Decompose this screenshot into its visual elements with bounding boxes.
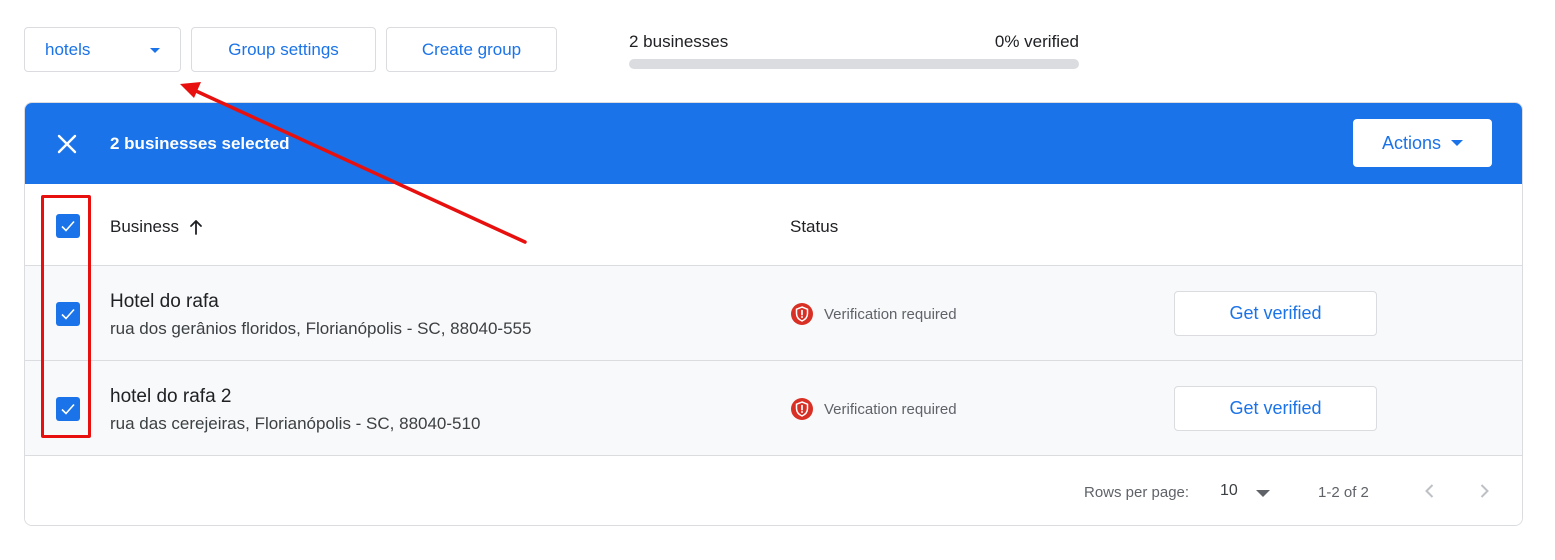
column-header-business[interactable]: Business xyxy=(110,217,203,237)
annotation-highlight-box xyxy=(41,195,91,438)
create-group-button[interactable]: Create group xyxy=(386,27,557,72)
column-header-status: Status xyxy=(790,217,839,236)
table-row: Hotel do rafa rua dos gerânios floridos,… xyxy=(25,266,1522,361)
group-select[interactable]: hotels xyxy=(24,27,181,72)
table-header: Business Status xyxy=(25,184,1522,266)
rows-per-page-value: 10 xyxy=(1220,482,1238,499)
group-settings-label: Group settings xyxy=(228,39,339,59)
selection-bar: 2 businesses selected Actions xyxy=(25,103,1522,184)
status-text: Verification required xyxy=(824,305,957,323)
verified-percentage: 0% verified xyxy=(994,32,1079,51)
actions-label: Actions xyxy=(1381,132,1442,153)
create-group-label: Create group xyxy=(421,39,522,59)
caret-down-icon xyxy=(1451,140,1464,146)
chevron-right-icon xyxy=(1480,484,1489,498)
rows-per-page-label: Rows per page: xyxy=(1084,484,1190,501)
group-select-value: hotels xyxy=(45,39,91,59)
shield-alert-icon xyxy=(791,303,813,325)
business-address: rua dos gerânios floridos, Florianópolis… xyxy=(110,319,532,338)
get-verified-button[interactable]: Get verified xyxy=(1174,386,1377,431)
status-text: Verification required xyxy=(824,400,957,418)
rows-per-page-select[interactable]: 10 xyxy=(1220,482,1270,500)
chevron-left-icon xyxy=(1425,484,1434,498)
verification-progress-bar xyxy=(629,59,1079,69)
business-name[interactable]: hotel do rafa 2 xyxy=(110,386,231,408)
table-row: hotel do rafa 2 rua das cerejeiras, Flor… xyxy=(25,361,1522,456)
previous-page-button[interactable] xyxy=(1420,481,1440,501)
business-address: rua das cerejeiras, Florianópolis - SC, … xyxy=(110,414,481,433)
column-business-label: Business xyxy=(110,217,179,236)
group-settings-button[interactable]: Group settings xyxy=(191,27,376,72)
businesses-card: 2 businesses selected Actions Business S… xyxy=(24,102,1523,526)
get-verified-label: Get verified xyxy=(1229,303,1322,323)
business-name[interactable]: Hotel do rafa xyxy=(110,291,219,313)
actions-button[interactable]: Actions xyxy=(1353,119,1492,167)
selected-count-text: 2 businesses selected xyxy=(110,134,290,153)
close-icon[interactable] xyxy=(56,133,78,155)
shield-alert-icon xyxy=(791,398,813,420)
pagination-range: 1-2 of 2 xyxy=(1318,484,1369,501)
next-page-button[interactable] xyxy=(1474,481,1494,501)
get-verified-button[interactable]: Get verified xyxy=(1174,291,1377,336)
caret-down-icon xyxy=(150,48,160,53)
get-verified-label: Get verified xyxy=(1229,398,1322,418)
arrow-up-icon xyxy=(190,220,202,235)
pagination-footer: Rows per page: 10 1-2 of 2 xyxy=(25,456,1522,525)
status-badge: Verification required xyxy=(790,302,957,326)
caret-down-icon xyxy=(1255,489,1270,497)
business-count: 2 businesses xyxy=(629,32,729,51)
status-badge: Verification required xyxy=(790,397,957,421)
